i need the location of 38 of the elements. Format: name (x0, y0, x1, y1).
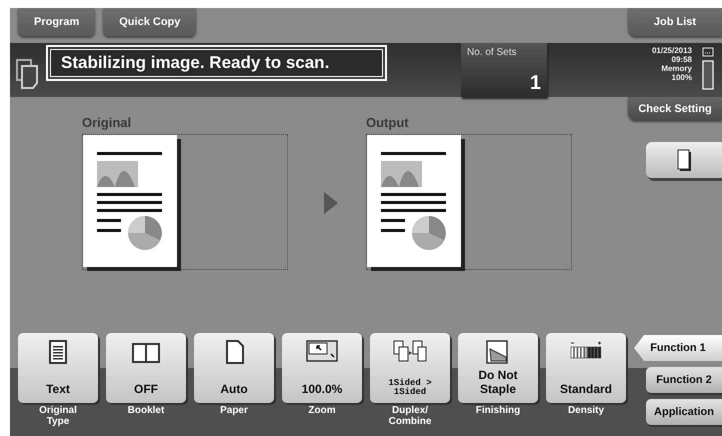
memory-gauge-icon (702, 60, 714, 90)
sets-counter[interactable]: No. of Sets 1 (461, 43, 547, 97)
setting-label: Zoom (308, 405, 336, 416)
setting-label: Density (568, 405, 604, 416)
top-tab[interactable]: Quick Copy (103, 8, 196, 36)
setting-button[interactable]: Do Not Staple (458, 333, 538, 403)
setting-label: Booklet (128, 405, 164, 416)
message-box: Stabilizing image. Ready to scan. (46, 45, 387, 81)
toner-icon (702, 46, 714, 56)
function-tab[interactable]: Function 1 (634, 335, 722, 361)
function-tab[interactable]: Application (646, 399, 722, 425)
check-setting-button[interactable]: Check Setting (628, 97, 722, 120)
setting-button[interactable]: Text (18, 333, 98, 403)
memory-label: Memory (661, 64, 692, 74)
time-text: 09:58 (672, 54, 692, 64)
copy-pages-icon (16, 59, 38, 89)
sets-value: 1 (530, 73, 541, 93)
top-tab[interactable]: Program (18, 8, 96, 36)
setting-button[interactable]: 1Sided > 1Sided (370, 333, 450, 403)
sets-label: No. of Sets (467, 47, 518, 58)
setting-button[interactable]: 100.0% (282, 333, 362, 403)
arrow-icon (324, 192, 338, 214)
setting-label: Finishing (476, 405, 520, 416)
original-label: Original (82, 115, 132, 130)
job-list-button[interactable]: Job List (628, 8, 722, 36)
setting-label: Duplex/ Combine (388, 405, 432, 427)
page-button[interactable] (646, 142, 722, 178)
date-text: 01/25/2013 (652, 46, 692, 55)
setting-label: Original Type (38, 405, 78, 427)
memory-value: 100% (672, 73, 692, 82)
setting-button[interactable]: Auto (194, 333, 274, 403)
function-tab[interactable]: Function 2 (646, 367, 722, 393)
setting-button[interactable]: Standard (546, 333, 626, 403)
output-label: Output (366, 115, 410, 130)
page-icon (677, 149, 691, 171)
setting-button[interactable]: OFF (106, 333, 186, 403)
zoom-pages-icon (305, 339, 339, 365)
setting-label: Paper (220, 405, 248, 416)
